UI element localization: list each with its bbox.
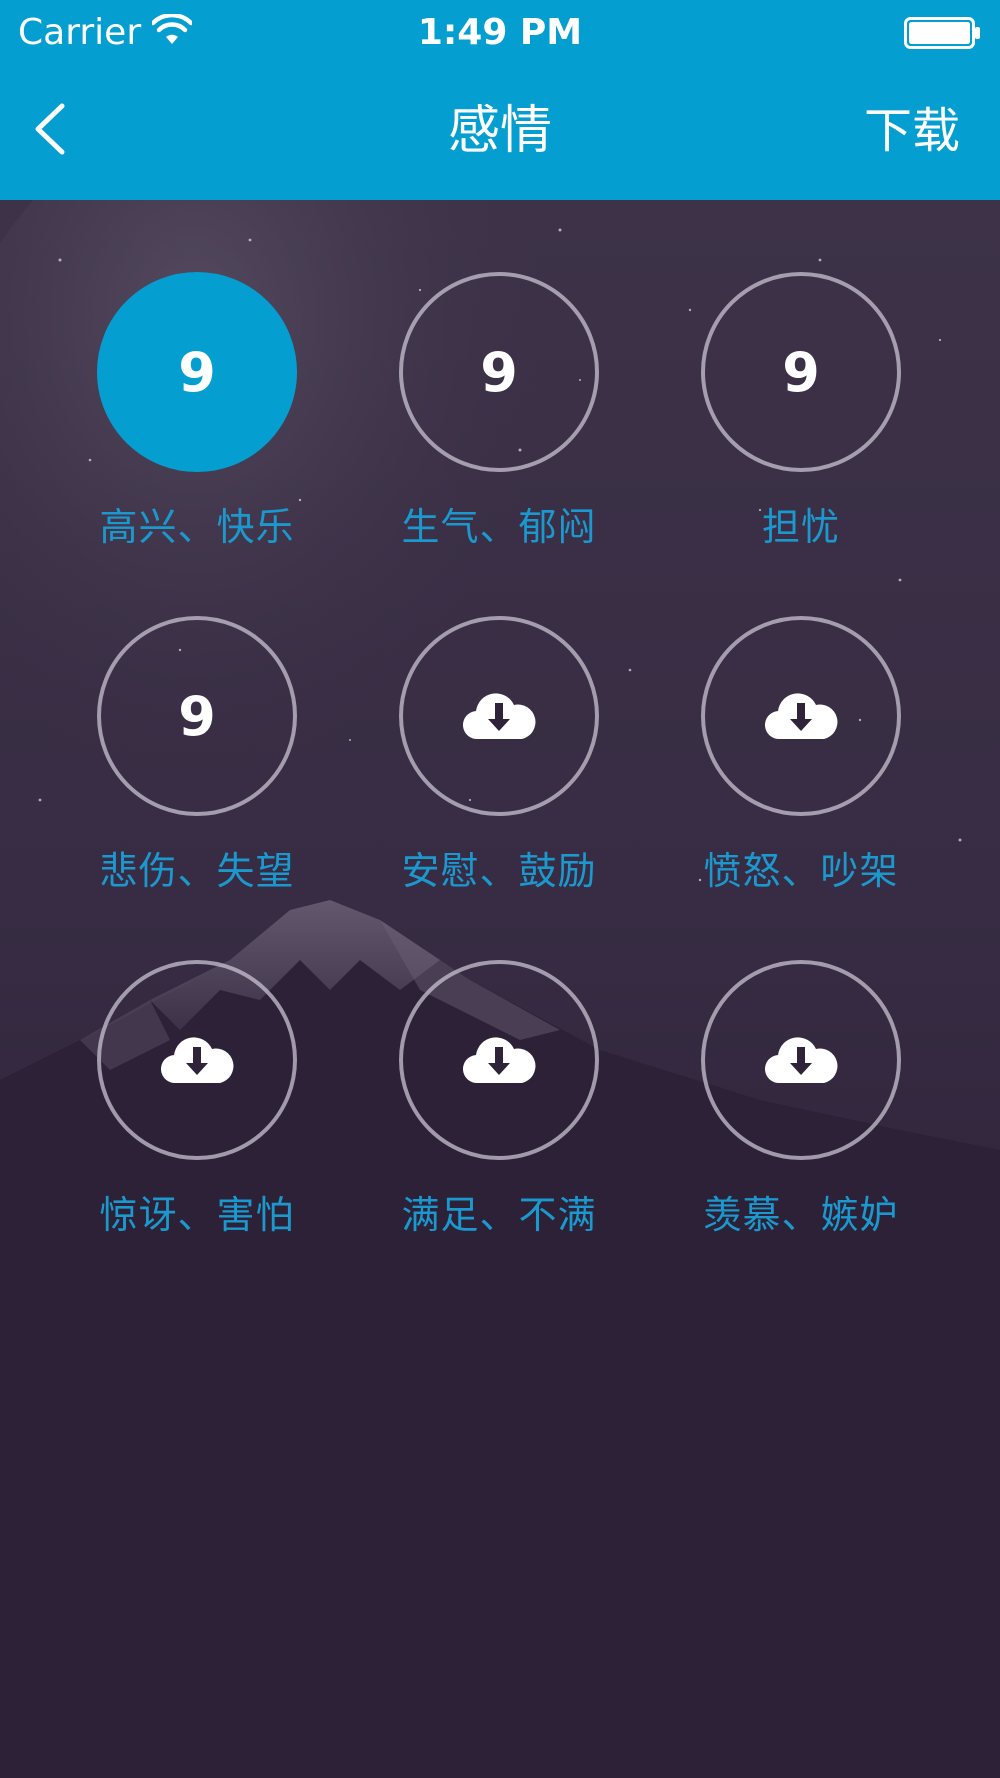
category-circle: 9	[97, 616, 297, 816]
cloud-download-icon	[764, 1037, 838, 1084]
header: Carrier 1:49 PM 感情 下载	[0, 0, 1000, 200]
page-title: 感情	[447, 101, 552, 161]
category-label: 惊讶、害怕	[99, 1193, 295, 1237]
category-circle	[399, 616, 599, 816]
category-tile[interactable]: 惊讶、害怕	[70, 960, 330, 1260]
status-time: 1:49 PM	[417, 12, 583, 53]
category-label: 生气、郁闷	[401, 505, 597, 549]
cloud-download-icon	[764, 693, 838, 740]
category-label: 担忧	[761, 505, 840, 549]
category-label: 安慰、鼓励	[401, 849, 597, 893]
category-tile[interactable]: 满足、不满	[372, 960, 632, 1260]
category-label: 愤怒、吵架	[703, 849, 899, 893]
category-label: 满足、不满	[401, 1193, 597, 1237]
category-count: 9	[782, 340, 820, 404]
category-tile[interactable]: 羡慕、嫉妒	[674, 960, 934, 1260]
category-circle	[701, 616, 901, 816]
category-label: 羡慕、嫉妒	[703, 1193, 899, 1237]
category-label: 高兴、快乐	[99, 505, 295, 549]
cloud-download-icon	[160, 1037, 234, 1084]
category-count: 9	[178, 340, 216, 404]
app-screen: Carrier 1:49 PM 感情 下载 9 高兴、快乐 9 生气、郁闷 9 …	[0, 0, 1000, 1778]
battery-icon	[904, 17, 980, 49]
navigation-bar: 感情 下载	[0, 66, 1000, 200]
chevron-left-icon	[35, 103, 65, 155]
category-count: 9	[480, 340, 518, 404]
status-bar: Carrier 1:49 PM	[0, 0, 1000, 66]
category-circle: 9	[399, 272, 599, 472]
category-count: 9	[178, 684, 216, 748]
category-tile[interactable]: 9 高兴、快乐	[70, 272, 330, 572]
category-circle: 9	[701, 272, 901, 472]
category-tile[interactable]: 安慰、鼓励	[372, 616, 632, 916]
category-label: 悲伤、失望	[99, 849, 295, 893]
category-tile[interactable]: 9 悲伤、失望	[70, 616, 330, 916]
category-circle-selected: 9	[97, 272, 297, 472]
category-tile[interactable]: 9 生气、郁闷	[372, 272, 632, 572]
cloud-download-icon	[462, 693, 536, 740]
category-circle	[701, 960, 901, 1160]
back-button[interactable]	[20, 94, 90, 164]
category-tile[interactable]: 愤怒、吵架	[674, 616, 934, 916]
download-button[interactable]: 下载	[864, 100, 960, 162]
cloud-download-icon	[462, 1037, 536, 1084]
category-tile[interactable]: 9 担忧	[674, 272, 934, 572]
category-circle	[97, 960, 297, 1160]
category-circle	[399, 960, 599, 1160]
